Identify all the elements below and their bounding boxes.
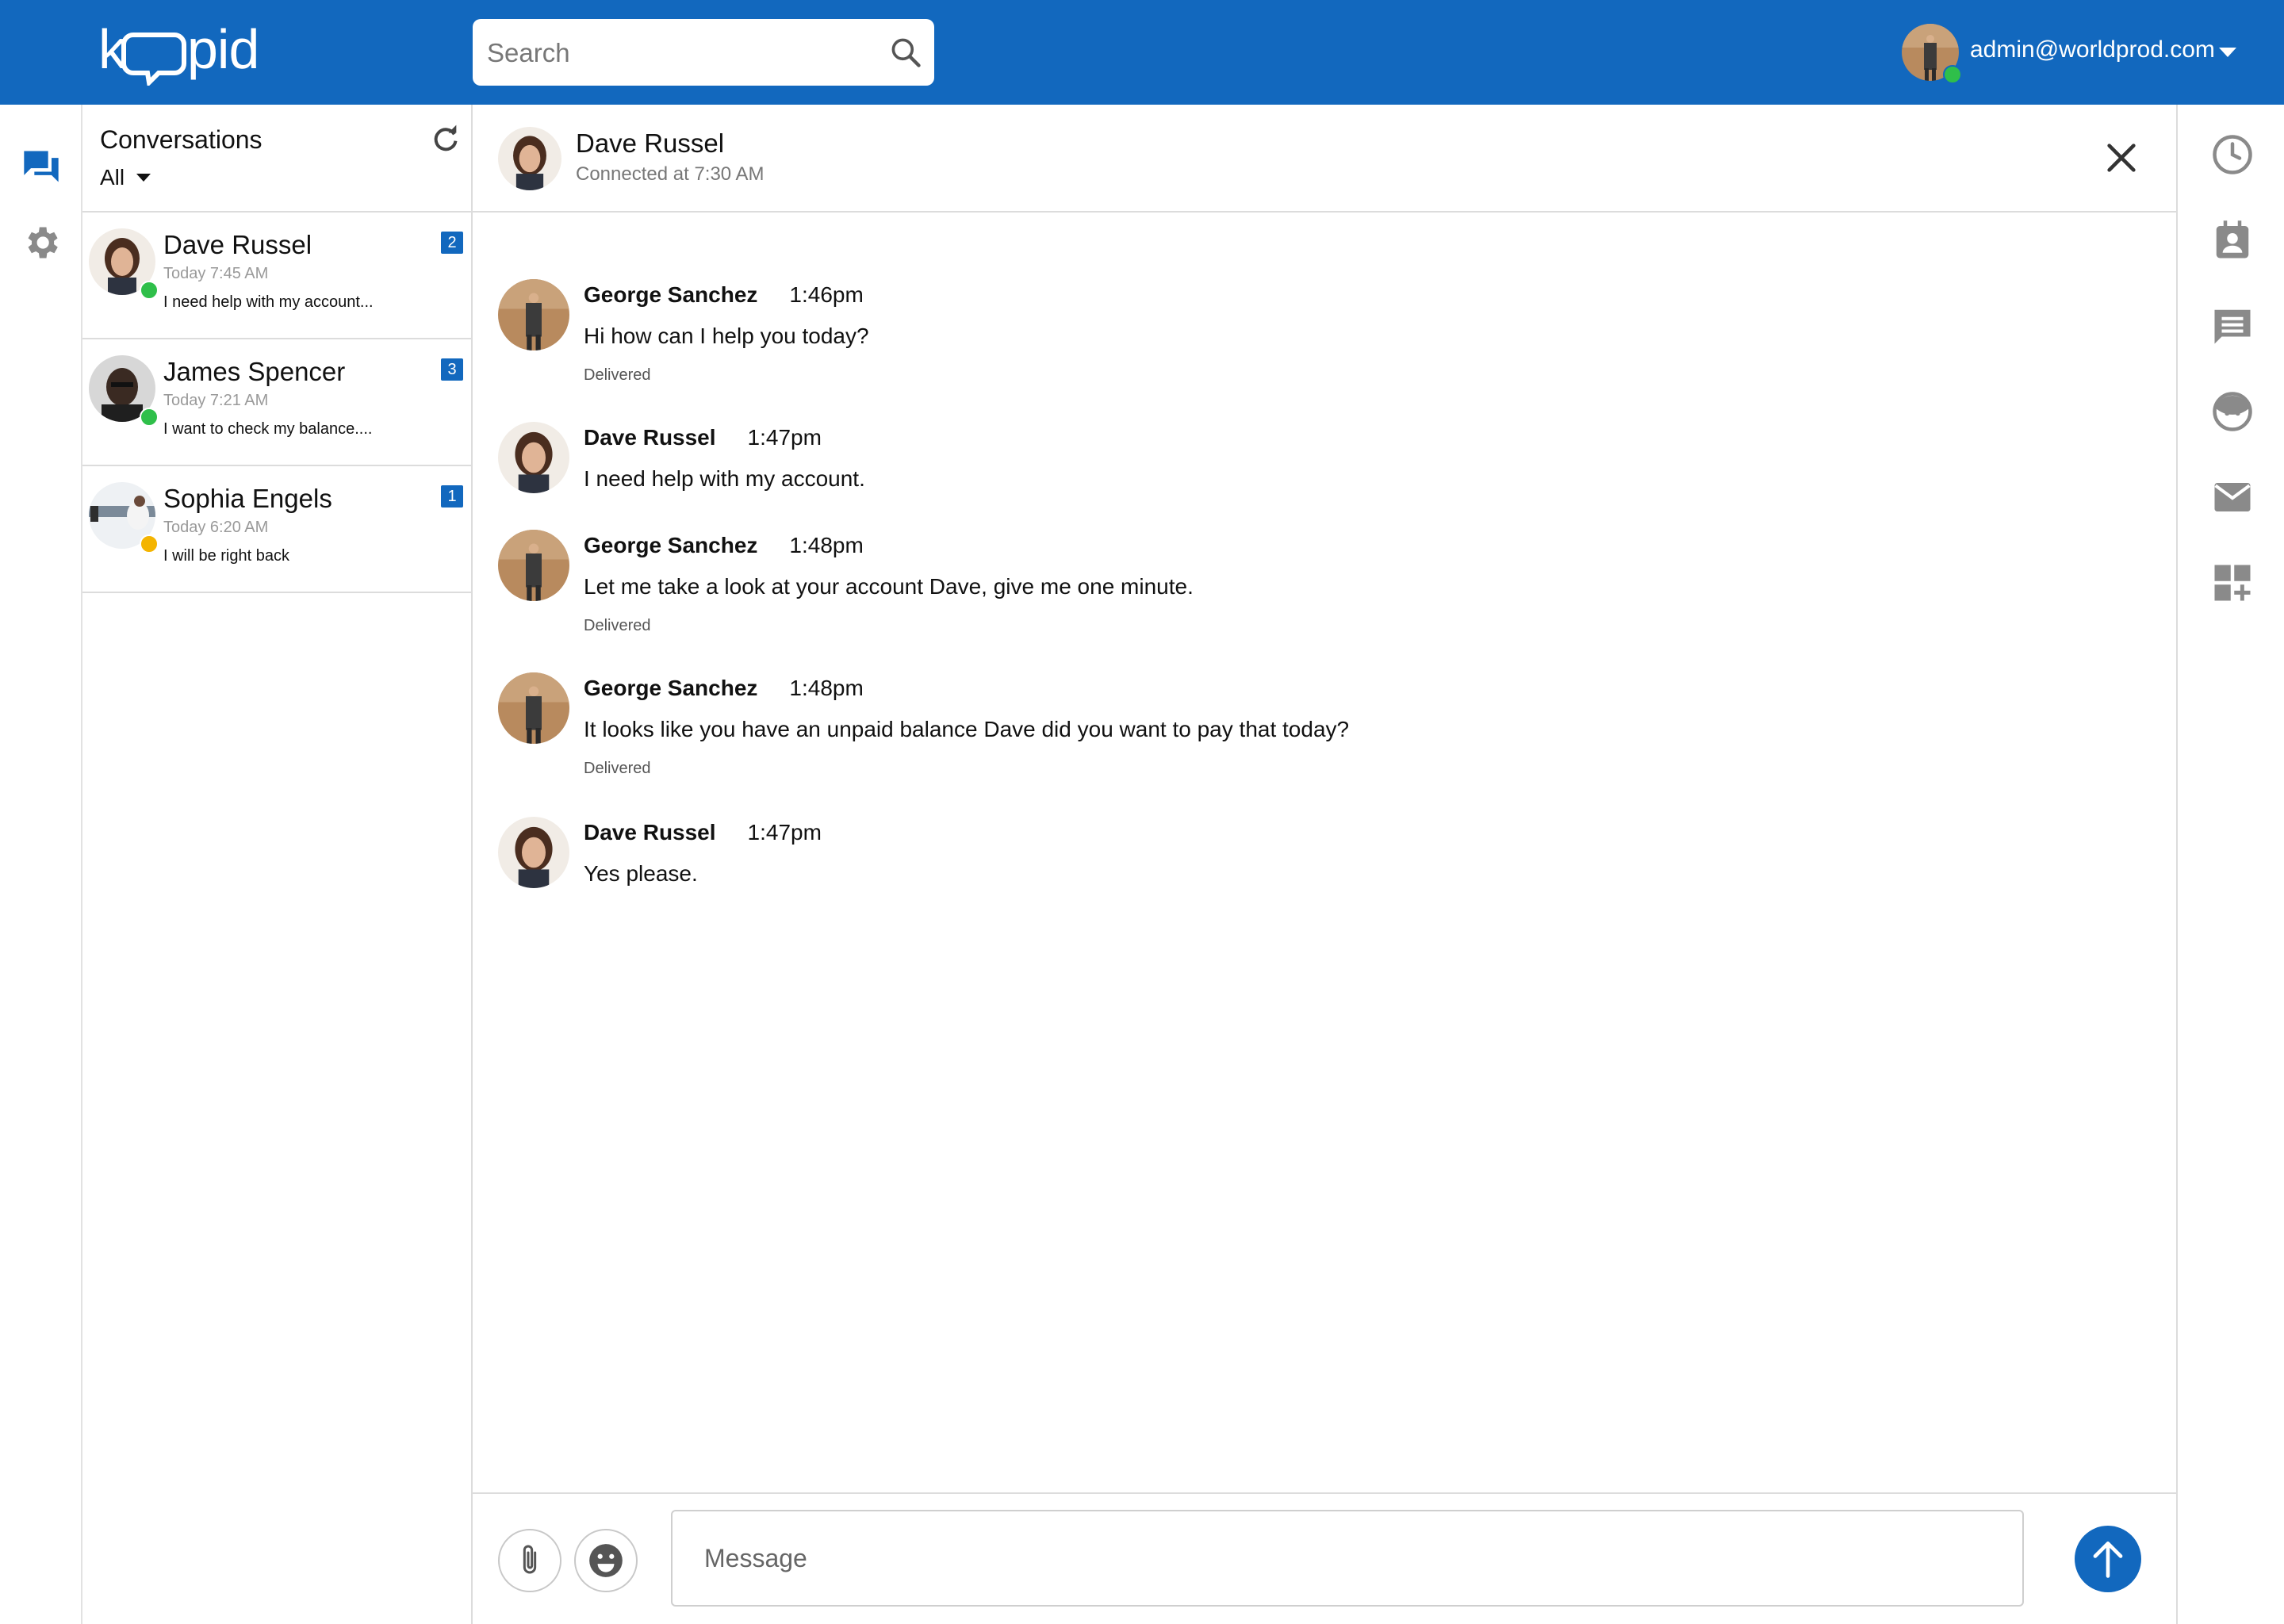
avatar bbox=[498, 127, 561, 190]
message-icon[interactable] bbox=[2211, 304, 2254, 347]
contact-name: Dave Russel bbox=[163, 230, 312, 259]
contact-name: Sophia Engels bbox=[163, 484, 332, 513]
avatar bbox=[498, 422, 569, 493]
left-nav-rail bbox=[0, 105, 82, 1624]
conversation-item[interactable]: Sophia Engels Today 6:20 AM I will be ri… bbox=[82, 466, 471, 593]
chevron-down-icon[interactable] bbox=[2217, 46, 2238, 59]
chat-icon[interactable] bbox=[21, 146, 62, 187]
caret-down-icon bbox=[136, 174, 151, 182]
conversation-time: Today 7:45 AM bbox=[163, 265, 269, 282]
face-icon[interactable] bbox=[2211, 390, 2254, 433]
kopid-logo[interactable]: k pid bbox=[95, 17, 278, 86]
message-meta: Dave Russel 1:47pm bbox=[584, 820, 822, 845]
contact-card-icon[interactable] bbox=[2211, 219, 2254, 262]
chat-panel: Dave Russel Connected at 7:30 AM George … bbox=[473, 105, 2176, 1624]
conversations-header: Conversations All bbox=[82, 105, 471, 213]
svg-text:pid: pid bbox=[187, 18, 259, 80]
message-preview: I need help with my account... bbox=[163, 293, 374, 311]
message-time: 1:47pm bbox=[747, 425, 822, 450]
message-text: I need help with my account. bbox=[584, 466, 865, 491]
add-widget-icon[interactable] bbox=[2211, 561, 2254, 604]
close-icon[interactable] bbox=[2103, 140, 2140, 176]
message-text: It looks like you have an unpaid balance… bbox=[584, 717, 1350, 741]
message-input[interactable] bbox=[671, 1510, 2024, 1607]
chat-contact-name: Dave Russel bbox=[576, 128, 725, 158]
arrow-up-icon bbox=[2093, 1542, 2123, 1578]
message-meta: George Sanchez 1:48pm bbox=[584, 676, 864, 701]
message-sender: George Sanchez bbox=[584, 533, 758, 557]
message-text: Let me take a look at your account Dave,… bbox=[584, 574, 1194, 599]
clock-icon[interactable] bbox=[2211, 133, 2254, 176]
search-icon[interactable] bbox=[888, 35, 923, 70]
emoji-button[interactable] bbox=[574, 1529, 638, 1592]
avatar bbox=[498, 672, 569, 744]
user-email[interactable]: admin@worldprod.com bbox=[1970, 36, 2215, 63]
conversation-item[interactable]: James Spencer Today 7:21 AM I want to ch… bbox=[82, 339, 471, 466]
message-preview: I will be right back bbox=[163, 547, 289, 565]
contact-name: James Spencer bbox=[163, 357, 346, 386]
refresh-icon[interactable] bbox=[430, 124, 462, 155]
message-text: Yes please. bbox=[584, 861, 698, 886]
send-button[interactable] bbox=[2075, 1526, 2141, 1592]
message-sender: Dave Russel bbox=[584, 820, 716, 845]
conversations-title: Conversations bbox=[100, 125, 263, 154]
search-input[interactable] bbox=[485, 19, 869, 87]
delivery-status: Delivered bbox=[584, 760, 651, 777]
message-text: Hi how can I help you today? bbox=[584, 324, 869, 348]
chat-connection-status: Connected at 7:30 AM bbox=[576, 163, 765, 185]
mail-icon[interactable] bbox=[2211, 476, 2254, 519]
avatar bbox=[498, 817, 569, 888]
message-composer bbox=[473, 1492, 2176, 1624]
unread-badge: 1 bbox=[441, 485, 463, 508]
paperclip-icon bbox=[523, 1545, 537, 1574]
message-sender: George Sanchez bbox=[584, 676, 758, 700]
unread-badge: 3 bbox=[441, 358, 463, 381]
message-time: 1:47pm bbox=[747, 820, 822, 845]
presence-dot bbox=[140, 281, 159, 300]
conversation-time: Today 7:21 AM bbox=[163, 392, 269, 409]
search-bar[interactable] bbox=[473, 19, 934, 87]
gear-icon[interactable] bbox=[21, 222, 62, 263]
user-online-indicator bbox=[1943, 65, 1962, 84]
attach-button[interactable] bbox=[498, 1529, 561, 1592]
message-time: 1:46pm bbox=[789, 282, 864, 307]
conversation-time: Today 6:20 AM bbox=[163, 519, 269, 536]
avatar bbox=[498, 530, 569, 601]
message-meta: George Sanchez 1:46pm bbox=[584, 282, 864, 308]
message-time: 1:48pm bbox=[789, 676, 864, 700]
message-preview: I want to check my balance.... bbox=[163, 420, 373, 438]
right-tools-rail bbox=[2176, 105, 2284, 1624]
message-sender: George Sanchez bbox=[584, 282, 758, 307]
top-header: k pid admin@worldprod.com bbox=[0, 0, 2284, 105]
smiley-icon bbox=[589, 1544, 623, 1577]
conversations-panel: Conversations All Dave Russel Today 7:45… bbox=[82, 105, 473, 1624]
conversation-item[interactable]: Dave Russel Today 7:45 AM I need help wi… bbox=[82, 213, 471, 339]
filter-value: All bbox=[100, 165, 125, 190]
unread-badge: 2 bbox=[441, 232, 463, 254]
chat-header: Dave Russel Connected at 7:30 AM bbox=[473, 105, 2176, 213]
conversation-filter-dropdown[interactable]: All bbox=[100, 165, 151, 190]
presence-dot bbox=[140, 534, 159, 553]
avatar bbox=[498, 279, 569, 350]
delivery-status: Delivered bbox=[584, 617, 651, 634]
message-meta: George Sanchez 1:48pm bbox=[584, 533, 864, 558]
presence-dot bbox=[140, 408, 159, 427]
message-meta: Dave Russel 1:47pm bbox=[584, 425, 822, 450]
delivery-status: Delivered bbox=[584, 366, 651, 384]
message-sender: Dave Russel bbox=[584, 425, 716, 450]
message-time: 1:48pm bbox=[789, 533, 864, 557]
